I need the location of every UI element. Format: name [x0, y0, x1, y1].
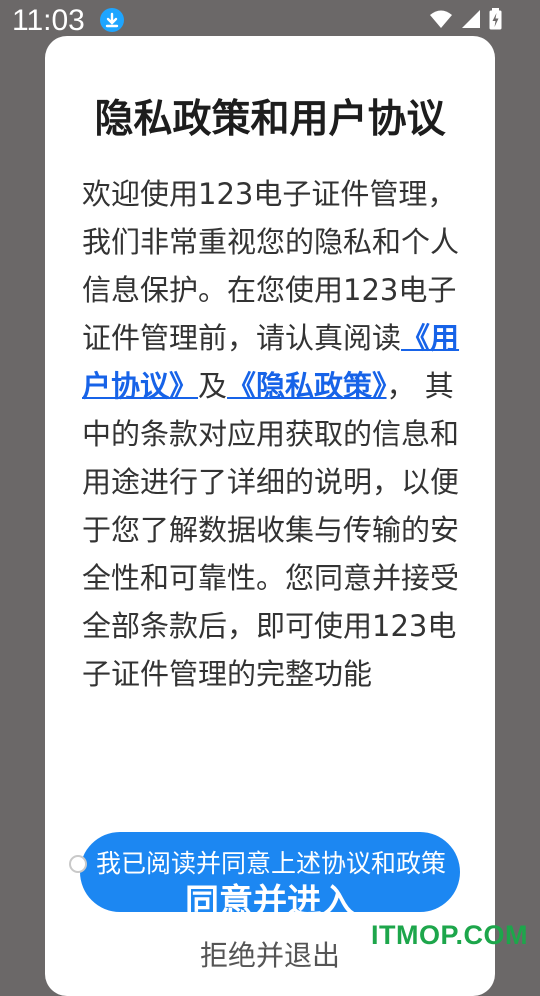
watermark-logo: ITMOP.COM [370, 920, 528, 950]
wifi-icon [430, 10, 452, 28]
body-conjunction: 及 [198, 369, 228, 403]
battery-charging-icon [489, 8, 502, 30]
status-time: 11:03 [12, 4, 85, 37]
privacy-policy-link[interactable]: 《隐私政策》 [227, 369, 387, 403]
consent-checkbox-label[interactable]: 我已阅读并同意上述协议和政策 [96, 844, 458, 880]
system-icons [429, 8, 502, 30]
signal-icon [462, 10, 480, 28]
body-rest: ， 其中的条款对应用获取的信息和用途进行了详细的说明，以便于您了解数据收集与传输… [82, 369, 460, 691]
consent-checkbox[interactable] [69, 855, 87, 873]
privacy-dialog: 隐私政策和用户协议 欢迎使用123电子证件管理，我们非常重视您的隐私和个人信息保… [45, 36, 495, 996]
dialog-body: 欢迎使用123电子证件管理，我们非常重视您的隐私和个人信息保护。在您使用123电… [82, 170, 472, 698]
dialog-title: 隐私政策和用户协议 [94, 97, 446, 142]
download-icon [100, 8, 124, 32]
